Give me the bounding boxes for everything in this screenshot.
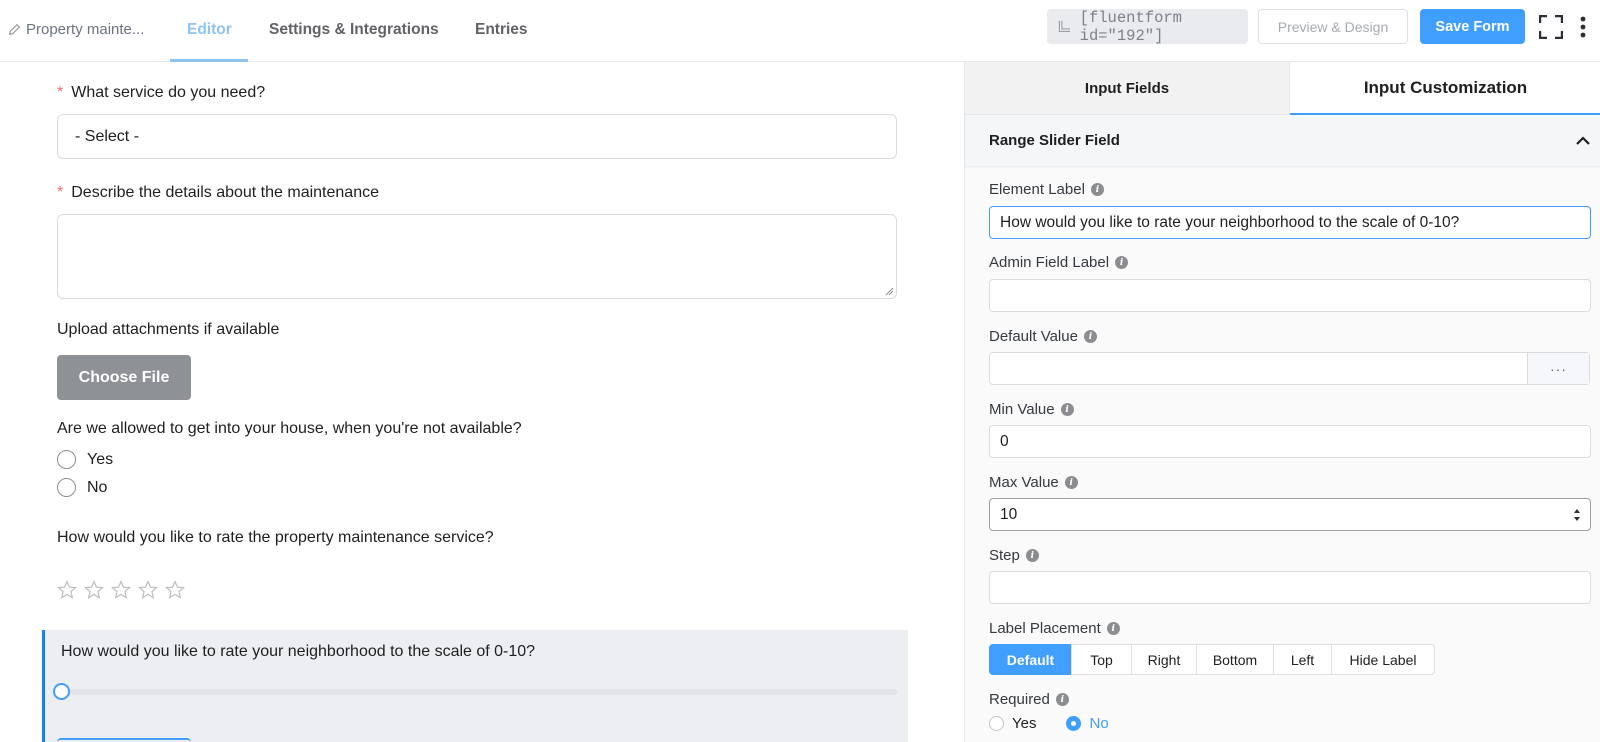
service-label: * What service do you need? [57,84,266,101]
resize-grip-icon[interactable] [885,287,894,296]
placement-option-right[interactable]: Right [1131,644,1197,675]
tab-input-customization[interactable]: Input Customization [1290,62,1600,115]
top-bar: Property mainte... Editor Settings & Int… [0,0,1600,62]
pencil-icon [8,23,21,36]
required-radio-group: Yes No [989,715,1109,732]
star-icon[interactable] [111,580,131,600]
section-body: Element Label i How would you like to rat… [965,168,1600,742]
label-placement-segmented: Default Top Right Bottom Left Hide Label [989,644,1435,675]
element-label-label: Element Label i [989,181,1104,198]
save-form-button[interactable]: Save Form [1420,9,1525,44]
placement-option-top[interactable]: Top [1071,644,1132,675]
access-option-yes[interactable]: Yes [57,450,113,469]
section-header[interactable]: Range Slider Field [965,115,1600,167]
form-editor-canvas: * What service do you need? - Select - * D… [0,62,964,742]
copy-icon [1058,20,1071,32]
default-value-input[interactable]: ··· [989,352,1590,385]
tab-input-fields[interactable]: Input Fields [965,62,1290,115]
next-field-edge [57,738,191,742]
admin-field-label-input[interactable] [989,279,1591,312]
star-icon[interactable] [84,580,104,600]
info-icon[interactable]: i [1064,476,1078,489]
max-value-input[interactable]: 10 [989,498,1591,531]
chevron-up-icon[interactable] [1575,133,1591,149]
element-label-value: How would you like to rate your neighbor… [1000,213,1460,231]
access-option-no[interactable]: No [57,478,107,497]
shortcode-copy-button[interactable]: [fluentform id="192"] [1047,8,1248,45]
admin-field-label-label: Admin Field Label i [989,254,1129,271]
rating-label: How would you like to rate the property … [57,529,494,546]
radio-button[interactable] [1066,716,1082,731]
service-select-value: - Select - [75,127,140,145]
tab-entries[interactable]: Entries [475,21,528,39]
info-icon[interactable]: i [1090,183,1104,196]
upload-label: Upload attachments if available [57,321,280,338]
placement-option-left[interactable]: Left [1273,644,1332,675]
shortcode-text: [fluentform id="192"] [1079,8,1182,45]
max-value-label: Max Value i [989,474,1078,491]
info-icon[interactable]: i [1106,622,1120,635]
info-icon[interactable]: i [1055,693,1069,706]
step-input[interactable] [989,571,1591,604]
slider-track[interactable] [53,683,897,700]
required-option-no[interactable]: No [1066,715,1109,732]
details-label: * Describe the details about the maintena… [57,184,379,201]
access-question-label: Are we allowed to get into your house, w… [57,420,522,437]
form-title: Property mainte... [26,21,145,38]
required-option-yes[interactable]: Yes [989,715,1036,732]
required-marker: * [57,184,64,201]
star-icon[interactable] [138,580,158,600]
smart-codes-button[interactable]: ··· [1527,353,1589,384]
info-icon[interactable]: i [1025,549,1039,562]
min-value-label: Min Value i [989,401,1074,418]
radio-button[interactable] [989,716,1004,731]
service-select[interactable]: - Select - [57,114,897,159]
radio-button[interactable] [57,450,76,469]
more-options-icon[interactable] [1578,15,1588,39]
placement-option-default[interactable]: Default [989,644,1072,675]
placement-option-bottom[interactable]: Bottom [1196,644,1274,675]
star-rating[interactable] [57,580,185,600]
details-textarea[interactable] [57,214,897,299]
required-marker: * [57,84,64,101]
label-placement-label: Label Placement i [989,620,1120,637]
field-settings-panel: Input Fields Input Customization Range S… [964,62,1600,742]
info-icon[interactable]: i [1060,403,1074,416]
section-title: Range Slider Field [989,132,1120,149]
element-label-input[interactable]: How would you like to rate your neighbor… [989,206,1591,239]
fullscreen-icon[interactable] [1539,15,1563,39]
required-label: Required i [989,691,1069,708]
default-value-label: Default Value i [989,328,1097,345]
preview-design-button[interactable]: Preview & Design [1258,9,1408,44]
radio-button[interactable] [57,478,76,497]
placement-option-hide-label[interactable]: Hide Label [1331,644,1435,675]
step-label: Step i [989,547,1039,564]
number-spinner-icon[interactable] [1572,506,1582,524]
star-icon[interactable] [165,580,185,600]
form-title-breadcrumb[interactable]: Property mainte... [8,21,144,38]
info-icon[interactable]: i [1083,330,1097,343]
tab-editor[interactable]: Editor [187,21,232,39]
tab-settings-integrations[interactable]: Settings & Integrations [269,21,439,39]
slider-handle[interactable] [53,683,70,700]
star-icon[interactable] [57,580,77,600]
range-slider-field-selected[interactable]: How would you like to rate your neighbor… [42,630,908,742]
info-icon[interactable]: i [1115,256,1129,269]
slider-label: How would you like to rate your neighbor… [61,643,536,660]
min-value-input[interactable]: 0 [989,425,1591,458]
choose-file-button[interactable]: Choose File [57,355,191,400]
